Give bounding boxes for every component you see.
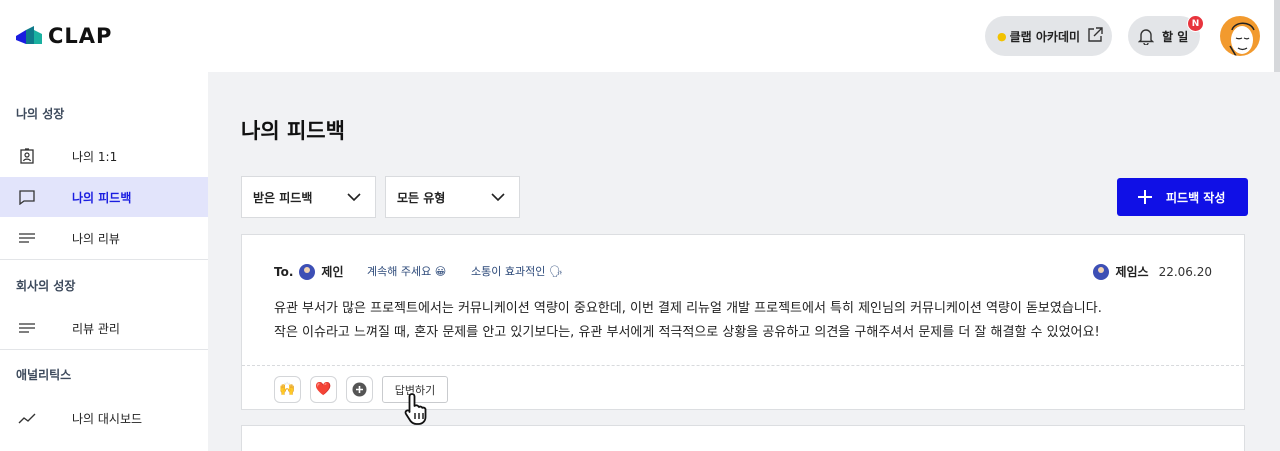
lightbulb-icon: ● — [997, 29, 1007, 43]
feedback-sender: 제임스 22.06.20 — [1093, 263, 1212, 280]
lines-icon — [19, 323, 35, 333]
clap-logo-icon — [16, 26, 42, 44]
received-filter-value: 받은 피드백 — [253, 190, 313, 205]
hand-cursor-icon — [404, 393, 427, 425]
write-feedback-button[interactable]: 피드백 작성 — [1117, 178, 1248, 216]
feedback-body: 유관 부서가 많은 프로젝트에서는 커뮤니케이션 역량이 중요한데, 이번 결제… — [274, 297, 1102, 345]
chevron-down-icon — [347, 193, 361, 202]
received-filter-select[interactable]: 받은 피드백 — [241, 176, 376, 218]
sidebar-item-label: 나의 리뷰 — [72, 231, 120, 246]
sidebar-divider — [0, 259, 208, 260]
recipient-name: 제인 — [321, 265, 344, 279]
top-header: CLAP ● 클랩 아카데미 할 일 N — [0, 0, 1274, 72]
external-link-icon — [1088, 27, 1103, 42]
sidebar-section-company-growth: 회사의 성장 — [16, 279, 76, 293]
page-title: 나의 피드백 — [241, 119, 345, 143]
feedback-tag: 계속해 주세요 😀 — [367, 265, 447, 278]
write-feedback-label: 피드백 작성 — [1166, 190, 1226, 205]
feedback-line: 유관 부서가 많은 프로젝트에서는 커뮤니케이션 역량이 중요한데, 이번 결제… — [274, 301, 1102, 316]
trend-icon — [18, 413, 36, 424]
sidebar-item-review-management[interactable]: 리뷰 관리 — [0, 308, 208, 348]
plus-icon — [1138, 190, 1152, 204]
sidebar-item-label: 나의 대시보드 — [72, 411, 143, 426]
lines-icon — [19, 233, 35, 243]
todo-label: 할 일 — [1162, 29, 1189, 44]
to-prefix: To. — [274, 264, 294, 279]
sidebar-item-my-review[interactable]: 나의 리뷰 — [0, 218, 208, 258]
notification-badge: N — [1187, 15, 1204, 32]
feedback-card: To. 제인 계속해 주세요 😀 소통이 효과적인 🗣 제임스 22.06.20… — [241, 234, 1245, 410]
add-reaction-button[interactable] — [346, 376, 373, 403]
sidebar-item-my-dashboard[interactable]: 나의 대시보드 — [0, 398, 208, 438]
clap-logo[interactable]: CLAP — [16, 24, 112, 48]
sidebar-item-label: 나의 1:1 — [72, 149, 118, 164]
academy-label: 클랩 아카데미 — [1009, 29, 1081, 44]
sender-name: 제임스 — [1115, 265, 1149, 279]
avatar-illustration — [1229, 22, 1255, 56]
sidebar-section-my-growth: 나의 성장 — [16, 107, 65, 121]
reaction-heart[interactable]: ❤️ — [310, 376, 337, 403]
academy-button[interactable]: ● 클랩 아카데미 — [985, 16, 1112, 56]
plus-circle-icon — [352, 382, 367, 397]
logo-text: CLAP — [48, 24, 113, 48]
feedback-line: 작은 이슈라고 느껴질 때, 혼자 문제를 안고 있기보다는, 유관 부서에게 … — [274, 325, 1100, 340]
sidebar: 나의 성장 나의 1:1 나의 피드백 나의 리뷰 회사의 성장 리뷰 관리 애… — [0, 72, 208, 451]
sidebar-item-my-1on1[interactable]: 나의 1:1 — [0, 136, 208, 176]
type-filter-select[interactable]: 모든 유형 — [385, 176, 520, 218]
sidebar-item-label: 리뷰 관리 — [72, 321, 120, 336]
feedback-tag: 소통이 효과적인 🗣 — [471, 265, 563, 278]
sidebar-item-label: 나의 피드백 — [72, 190, 132, 205]
sidebar-section-analytics: 애널리틱스 — [16, 368, 72, 382]
chevron-down-icon — [491, 193, 505, 202]
sender-avatar — [1093, 263, 1110, 280]
reaction-raised-hands[interactable]: 🙌 — [274, 376, 301, 403]
chat-icon — [19, 190, 35, 205]
card-divider — [242, 365, 1244, 366]
feedback-date: 22.06.20 — [1158, 264, 1212, 279]
feedback-recipient: To. 제인 — [274, 263, 344, 280]
bell-icon — [1138, 28, 1154, 45]
user-avatar[interactable] — [1220, 16, 1260, 56]
sidebar-item-my-feedback[interactable]: 나의 피드백 — [0, 177, 208, 217]
scrollbar-edge[interactable] — [1274, 0, 1280, 72]
feedback-card-next — [241, 425, 1245, 451]
badge-icon — [20, 148, 34, 164]
sidebar-divider — [0, 349, 208, 350]
recipient-avatar — [299, 263, 316, 280]
type-filter-value: 모든 유형 — [397, 190, 446, 205]
